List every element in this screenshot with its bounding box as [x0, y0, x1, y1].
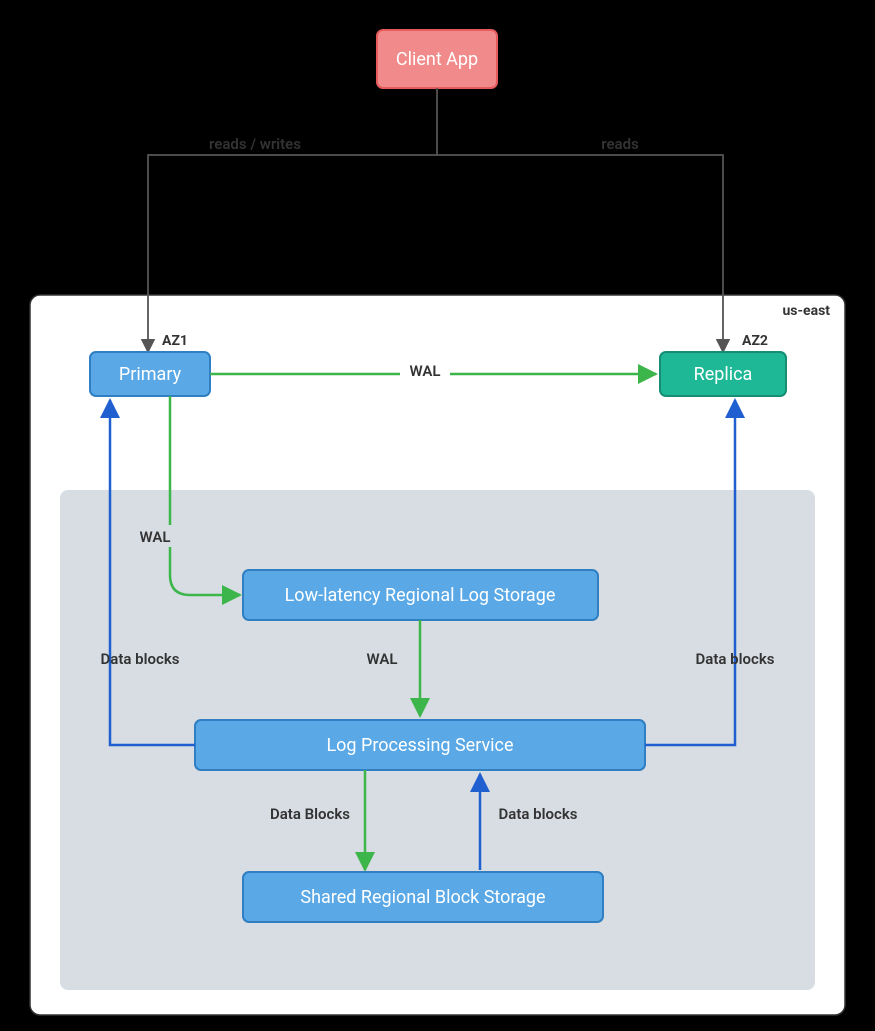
primary-node: Primary	[90, 352, 210, 396]
svg-text:Shared Regional Block Storage: Shared Regional Block Storage	[300, 887, 545, 908]
svg-text:Primary: Primary	[119, 364, 182, 385]
architecture-diagram: us-east Client App reads / writes reads …	[0, 0, 875, 1031]
block-storage-node: Shared Regional Block Storage	[243, 872, 603, 922]
log-storage-node: Low-latency Regional Log Storage	[243, 570, 598, 620]
az2-label: AZ2	[742, 333, 768, 349]
replica-node: Replica	[660, 352, 786, 396]
svg-text:Low-latency Regional Log Stora: Low-latency Regional Log Storage	[285, 585, 556, 606]
edge-logsvc-primary-label: Data blocks	[101, 650, 180, 668]
edge-primary-logstore-label: WAL	[140, 528, 171, 546]
edge-logsvc-block-label: Data Blocks	[270, 805, 350, 823]
edge-client-primary-label: reads / writes	[209, 135, 301, 153]
edge-logstore-logsvc-label: WAL	[367, 650, 398, 668]
edge-client-replica-label: reads	[601, 135, 639, 153]
region-label: us-east	[782, 303, 830, 319]
edge-logsvc-replica-label: Data blocks	[696, 650, 775, 668]
edge-block-logsvc-label: Data blocks	[499, 805, 578, 823]
edge-primary-replica-label: WAL	[410, 362, 441, 380]
client-app-node: Client App	[377, 30, 497, 88]
az1-label: AZ1	[162, 333, 188, 349]
svg-text:Replica: Replica	[694, 364, 753, 385]
svg-text:Client App: Client App	[396, 49, 478, 70]
svg-text:Log Processing Service: Log Processing Service	[326, 735, 513, 756]
log-svc-node: Log Processing Service	[195, 720, 645, 770]
